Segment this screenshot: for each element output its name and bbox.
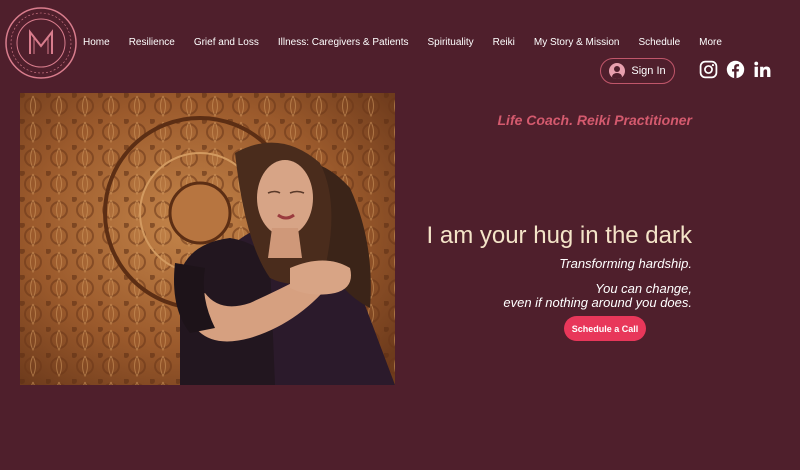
nav-item-spirituality[interactable]: Spirituality xyxy=(428,37,474,48)
logo-emblem xyxy=(5,7,77,79)
sign-in-label: Sign In xyxy=(631,65,666,77)
hero-message: You can change, even if nothing around y… xyxy=(503,282,692,310)
hero-tagline: Life Coach. Reiki Practitioner xyxy=(497,112,693,128)
nav-item-grief-and-loss[interactable]: Grief and Loss xyxy=(194,37,259,48)
sign-in-button[interactable]: Sign In xyxy=(600,58,675,84)
nav-item-reiki[interactable]: Reiki xyxy=(493,37,515,48)
linkedin-icon[interactable] xyxy=(753,60,772,79)
facebook-icon[interactable] xyxy=(726,60,745,79)
hero-subline: Transforming hardship. xyxy=(559,256,692,271)
nav-item-more[interactable]: More xyxy=(699,37,722,48)
nav-item-schedule[interactable]: Schedule xyxy=(638,37,680,48)
nav-item-illness[interactable]: Illness: Caregivers & Patients xyxy=(278,37,409,48)
hero-message-line-1: You can change, xyxy=(595,281,692,296)
hero-headline: I am your hug in the dark xyxy=(426,222,692,249)
social-links xyxy=(699,60,772,79)
site-logo[interactable] xyxy=(4,6,78,80)
user-avatar-icon xyxy=(609,63,626,79)
instagram-icon[interactable] xyxy=(699,60,718,79)
main-nav: Home Resilience Grief and Loss Illness: … xyxy=(83,37,722,48)
nav-item-resilience[interactable]: Resilience xyxy=(129,37,175,48)
hero-message-line-2: even if nothing around you does. xyxy=(503,295,692,310)
nav-item-my-story[interactable]: My Story & Mission xyxy=(534,37,620,48)
hero-image xyxy=(20,93,395,385)
nav-item-home[interactable]: Home xyxy=(83,37,110,48)
schedule-call-button[interactable]: Schedule a Call xyxy=(564,316,646,341)
